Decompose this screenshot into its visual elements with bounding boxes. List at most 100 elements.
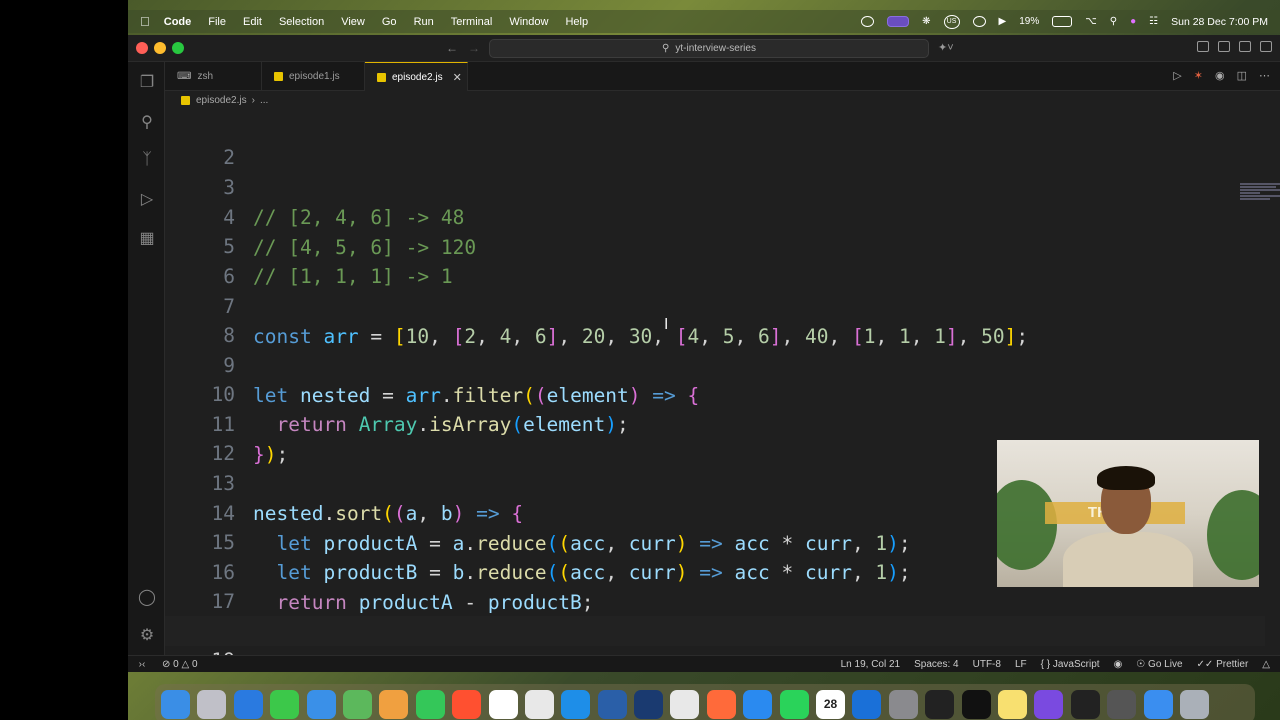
menu-view[interactable]: View <box>341 16 365 28</box>
dock-xcode-app-icon[interactable] <box>634 689 664 719</box>
window-maximize-button[interactable] <box>172 42 184 54</box>
code-line[interactable]: 8 <box>165 291 1265 347</box>
dock-calendar-icon[interactable]: 28 <box>816 689 846 719</box>
dock-notes-app-icon[interactable] <box>524 689 554 719</box>
menu-app-name[interactable]: Code <box>164 16 192 28</box>
menu-edit[interactable]: Edit <box>243 16 262 28</box>
dock-notes-icon[interactable] <box>997 689 1027 719</box>
recording-icon[interactable] <box>887 16 910 27</box>
arrow-left-icon[interactable]: ← <box>446 41 458 55</box>
copilot-status-icon[interactable]: ◉ <box>1114 659 1123 670</box>
dock-trash-icon[interactable] <box>1179 689 1209 719</box>
dock-facetime-icon[interactable] <box>415 689 445 719</box>
dock-terminal-icon[interactable] <box>925 689 955 719</box>
dock-arc-icon[interactable] <box>1034 689 1064 719</box>
close-icon[interactable]: ✕ <box>453 71 462 84</box>
control-center-icon[interactable]: ☷ <box>1149 16 1158 27</box>
copilot-icon[interactable]: ✦˅ <box>938 41 954 54</box>
code-line[interactable]: 4 // [4, 5, 6] -> 120 <box>165 173 1265 259</box>
menu-go[interactable]: Go <box>382 16 397 28</box>
run-debug-icon[interactable]: ▷ <box>137 189 157 209</box>
dock-photos-icon[interactable] <box>379 689 409 719</box>
window-close-button[interactable] <box>136 42 148 54</box>
code-line[interactable]: 2 <box>165 113 1265 169</box>
problems-indicator[interactable]: ⊘ 0 △ 0 <box>162 659 198 670</box>
code-line[interactable]: 7 const arr = [10, [2, 4, 6], 20, 30, [4… <box>165 262 1265 348</box>
toggle-sidebar-icon[interactable] <box>1218 41 1230 52</box>
sparkle-icon[interactable]: ✶ <box>1194 69 1203 82</box>
menubar-clock[interactable]: Sun 28 Dec 7:00 PM <box>1171 16 1268 28</box>
dock-quicktime-icon[interactable] <box>1143 689 1173 719</box>
screen-share-icon[interactable] <box>861 16 875 27</box>
explorer-icon[interactable]: ❐ <box>137 72 157 92</box>
code-line[interactable]: 12 <box>165 409 1265 465</box>
dock-xcode-icon[interactable] <box>852 689 882 719</box>
go-live-button[interactable]: ☉ Go Live <box>1136 659 1182 670</box>
apple-icon[interactable]:  <box>140 14 150 29</box>
encoding[interactable]: UTF-8 <box>973 659 1001 670</box>
gear-icon[interactable]: ⚙ <box>137 625 157 645</box>
fan-icon[interactable]: ❋ <box>922 16 930 27</box>
search-icon[interactable]: ⚲ <box>137 112 157 132</box>
customize-layout-icon[interactable] <box>1197 41 1209 52</box>
account-icon[interactable]: ◯ <box>137 587 157 607</box>
code-line[interactable]: 5 // [1, 1, 1] -> 1 <box>165 202 1265 288</box>
code-line[interactable]: 18 <box>165 587 1265 643</box>
dock-whatsapp-icon[interactable] <box>779 689 809 719</box>
dock-pen-app-icon[interactable] <box>706 689 736 719</box>
cursor-position[interactable]: Ln 19, Col 21 <box>841 659 901 670</box>
vpn-icon[interactable] <box>972 16 986 27</box>
toggle-secondary-sidebar-icon[interactable] <box>1260 41 1272 52</box>
dock-mi-icon[interactable] <box>452 689 482 719</box>
siri-icon[interactable]: ● <box>1130 16 1136 27</box>
play-icon[interactable]: ▶ <box>999 16 1007 27</box>
code-line[interactable]: 10 return Array.isArray(element); <box>165 350 1265 436</box>
chrome-icon[interactable]: ◉ <box>1215 69 1225 82</box>
menu-window[interactable]: Window <box>509 16 548 28</box>
code-line[interactable]: 9 let nested = arr.filter((element) => { <box>165 321 1265 407</box>
minimap[interactable] <box>1240 183 1280 223</box>
dock-chrome-icon[interactable] <box>670 689 700 719</box>
command-center-search[interactable]: ⚲ yt-interview-series <box>489 39 929 58</box>
battery-percent[interactable]: 19% <box>1019 16 1039 27</box>
source-control-icon[interactable]: ᛉ <box>137 150 157 170</box>
bell-icon[interactable]: △ <box>1262 659 1270 670</box>
more-icon[interactable]: ⋯ <box>1259 69 1270 82</box>
extensions-icon[interactable]: ▦ <box>137 228 157 248</box>
battery-icon[interactable] <box>1052 16 1073 27</box>
language-mode[interactable]: { } JavaScript <box>1041 659 1100 670</box>
toggle-panel-icon[interactable] <box>1239 41 1251 52</box>
menu-help[interactable]: Help <box>565 16 588 28</box>
code-line[interactable]: 3 // [2, 4, 6] -> 48 <box>165 143 1265 229</box>
dock-messages-icon[interactable] <box>270 689 300 719</box>
dock-launchpad-icon[interactable] <box>197 689 227 719</box>
code-line-current[interactable]: 19 console.log(nested); <box>165 616 1265 655</box>
dock-iterm-icon[interactable] <box>961 689 991 719</box>
dock-system-settings-icon[interactable] <box>888 689 918 719</box>
wifi-icon[interactable]: ⌥ <box>1085 16 1097 27</box>
menu-file[interactable]: File <box>208 16 226 28</box>
run-icon[interactable]: ▷ <box>1173 69 1181 82</box>
dock-android-studio-icon[interactable] <box>597 689 627 719</box>
spotlight-icon[interactable]: ⚲ <box>1110 16 1117 27</box>
code-line[interactable]: 6 <box>165 232 1265 288</box>
dock-chatgpt-icon[interactable] <box>488 689 518 719</box>
tab-episode2[interactable]: episode2.js ✕ <box>365 62 468 91</box>
end-of-line[interactable]: LF <box>1015 659 1027 670</box>
window-minimize-button[interactable] <box>154 42 166 54</box>
breadcrumb-rest[interactable]: ... <box>260 95 268 106</box>
input-source-icon[interactable]: US <box>943 14 960 29</box>
dock-maps-icon[interactable] <box>342 689 372 719</box>
dock-vscode-icon[interactable] <box>561 689 591 719</box>
prettier-button[interactable]: ✓✓ Prettier <box>1197 659 1249 670</box>
dock-mail-icon[interactable] <box>306 689 336 719</box>
menu-run[interactable]: Run <box>414 16 434 28</box>
code-line[interactable]: 11 }); <box>165 380 1265 466</box>
tab-zsh[interactable]: ⌨ zsh <box>165 62 262 91</box>
dock-activity-monitor-icon[interactable] <box>1070 689 1100 719</box>
split-editor-icon[interactable]: ◫ <box>1237 69 1247 82</box>
remote-icon[interactable]: ›‹ <box>128 656 156 673</box>
dock-finder-icon[interactable] <box>161 689 190 719</box>
arrow-right-icon[interactable]: → <box>468 41 480 55</box>
dock-app-store-icon[interactable] <box>743 689 773 719</box>
